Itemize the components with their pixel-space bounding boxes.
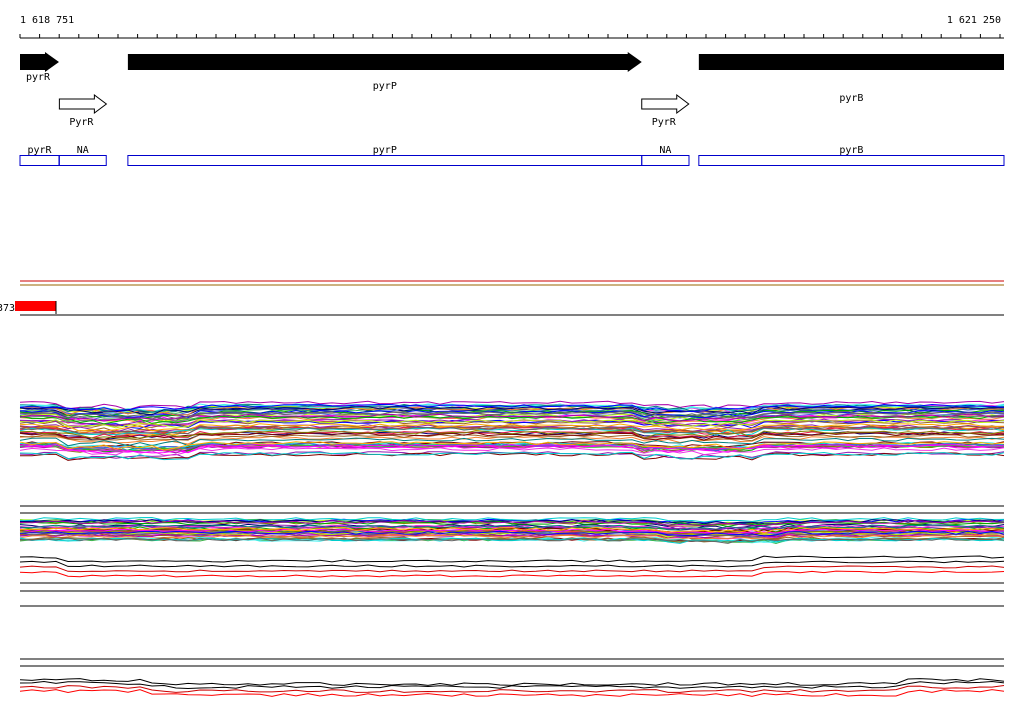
gene-label-pyrR: pyrR (26, 72, 51, 83)
genome-canvas: 1 618 751 1 621 250 pyrRpyrPpyrB PyrR Pyr… (0, 15, 1005, 697)
coordinate-start-label: 1 618 751 (20, 15, 74, 26)
position-marker-label: 373 (0, 303, 15, 314)
expression-profile-group-b (19, 516, 1005, 545)
region-label: NA (77, 145, 89, 156)
position-marker (15, 301, 56, 311)
promoter-arrow (58, 94, 108, 114)
region-label: pyrB (839, 145, 863, 156)
region-label: NA (659, 145, 671, 156)
region-label: pyrR (27, 145, 52, 156)
gene-arrow-pyrP (127, 52, 642, 72)
region-box (19, 155, 60, 166)
profile-line (19, 678, 1005, 686)
genes-track: pyrR pyrP pyrB (20, 52, 1004, 104)
promoters-track: PyrR PyrR (58, 94, 690, 128)
coordinate-end-label: 1 621 250 (947, 15, 1001, 26)
promoter-arrow (641, 94, 690, 114)
promoter-label: PyrR (652, 117, 677, 128)
gene-label-pyrP: pyrP (373, 81, 397, 92)
region-box (58, 155, 107, 166)
genome-browser-view: 1 618 751 1 621 250 pyrR pyrP pyrB PyrR Pyr… (0, 0, 1024, 714)
profile-line (19, 570, 1005, 578)
region-box (641, 155, 690, 166)
gene-label-pyrB: pyrB (839, 93, 863, 104)
region-label: pyrP (373, 145, 397, 156)
gene-arrow-pyrR (20, 52, 59, 72)
region-box (127, 155, 643, 166)
profile-line (19, 555, 1005, 563)
expression-profile-group-a (19, 400, 1005, 461)
regions-track: pyrR NA pyrP NA pyrB (19, 145, 1005, 166)
coordinate-ticks (19, 34, 1001, 38)
promoter-label: PyrR (69, 117, 94, 128)
expression-profile-group-c (19, 555, 1005, 697)
gene-arrow-pyrB (698, 54, 1004, 70)
region-box (698, 155, 1005, 166)
